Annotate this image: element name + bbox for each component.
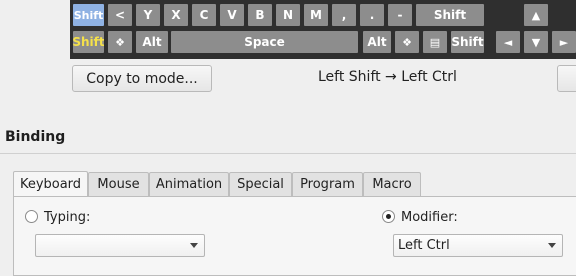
chevron-down-icon (190, 243, 198, 248)
key-arrow-right[interactable]: ► (552, 31, 576, 53)
copy-to-mode-button[interactable]: Copy to mode... (72, 65, 212, 92)
typing-combobox[interactable] (35, 234, 205, 257)
key-right-alt[interactable]: Alt (363, 31, 391, 53)
menu-icon: ▤ (429, 35, 441, 49)
binding-mapping-text: Left Shift → Left Ctrl (318, 69, 457, 85)
tab-program[interactable]: Program (292, 172, 363, 196)
key-right-shift[interactable]: Shift (416, 4, 484, 26)
arrow-up-icon: ▲ (531, 8, 541, 22)
tab-mouse[interactable]: Mouse (88, 172, 149, 196)
key-comma[interactable]: , (332, 4, 356, 26)
key-c[interactable]: C (192, 4, 216, 26)
super-icon: ❖ (115, 35, 125, 49)
arrow-left-icon: ◄ (503, 35, 513, 49)
key-b[interactable]: B (248, 4, 272, 26)
key-arrow-up[interactable]: ▲ (524, 4, 548, 26)
key-less-than[interactable]: < (108, 4, 132, 26)
keyboard-view: Shift < Y X C V B N M , . - Shift ▲ Shif… (70, 0, 576, 59)
modifier-radio[interactable] (382, 210, 395, 223)
typing-radio[interactable] (25, 210, 38, 223)
key-arrow-left[interactable]: ◄ (496, 31, 520, 53)
reset-button[interactable] (557, 65, 576, 92)
tab-macro[interactable]: Macro (363, 172, 421, 196)
tab-keyboard[interactable]: Keyboard (13, 171, 88, 197)
key-left-alt[interactable]: Alt (136, 31, 168, 53)
key-m[interactable]: M (304, 4, 328, 26)
modifier-combobox[interactable]: Left Ctrl (393, 234, 563, 257)
super-icon: ❖ (402, 35, 412, 49)
key-left-ctrl[interactable]: Shift (73, 31, 104, 53)
key-minus[interactable]: - (388, 4, 412, 26)
key-right-ctrl[interactable]: Shift (451, 31, 484, 53)
arrow-right-icon: ► (559, 35, 569, 49)
key-x[interactable]: X (164, 4, 188, 26)
key-left-super[interactable]: ❖ (108, 31, 132, 53)
modifier-value: Left Ctrl (398, 238, 450, 253)
section-divider (0, 153, 576, 154)
key-menu[interactable]: ▤ (423, 31, 447, 53)
tab-special[interactable]: Special (229, 172, 292, 196)
key-arrow-down[interactable]: ▼ (524, 31, 548, 53)
key-right-super[interactable]: ❖ (395, 31, 419, 53)
typing-label: Typing: (44, 210, 91, 225)
modifier-label: Modifier: (401, 210, 458, 225)
binding-section-title: Binding (5, 129, 66, 145)
key-v[interactable]: V (220, 4, 244, 26)
arrow-down-icon: ▼ (531, 35, 541, 49)
key-space[interactable]: Space (171, 31, 358, 53)
key-n[interactable]: N (276, 4, 300, 26)
chevron-down-icon (548, 243, 556, 248)
key-y[interactable]: Y (136, 4, 160, 26)
key-period[interactable]: . (360, 4, 384, 26)
key-left-shift[interactable]: Shift (73, 4, 104, 26)
tab-animation[interactable]: Animation (149, 172, 229, 196)
